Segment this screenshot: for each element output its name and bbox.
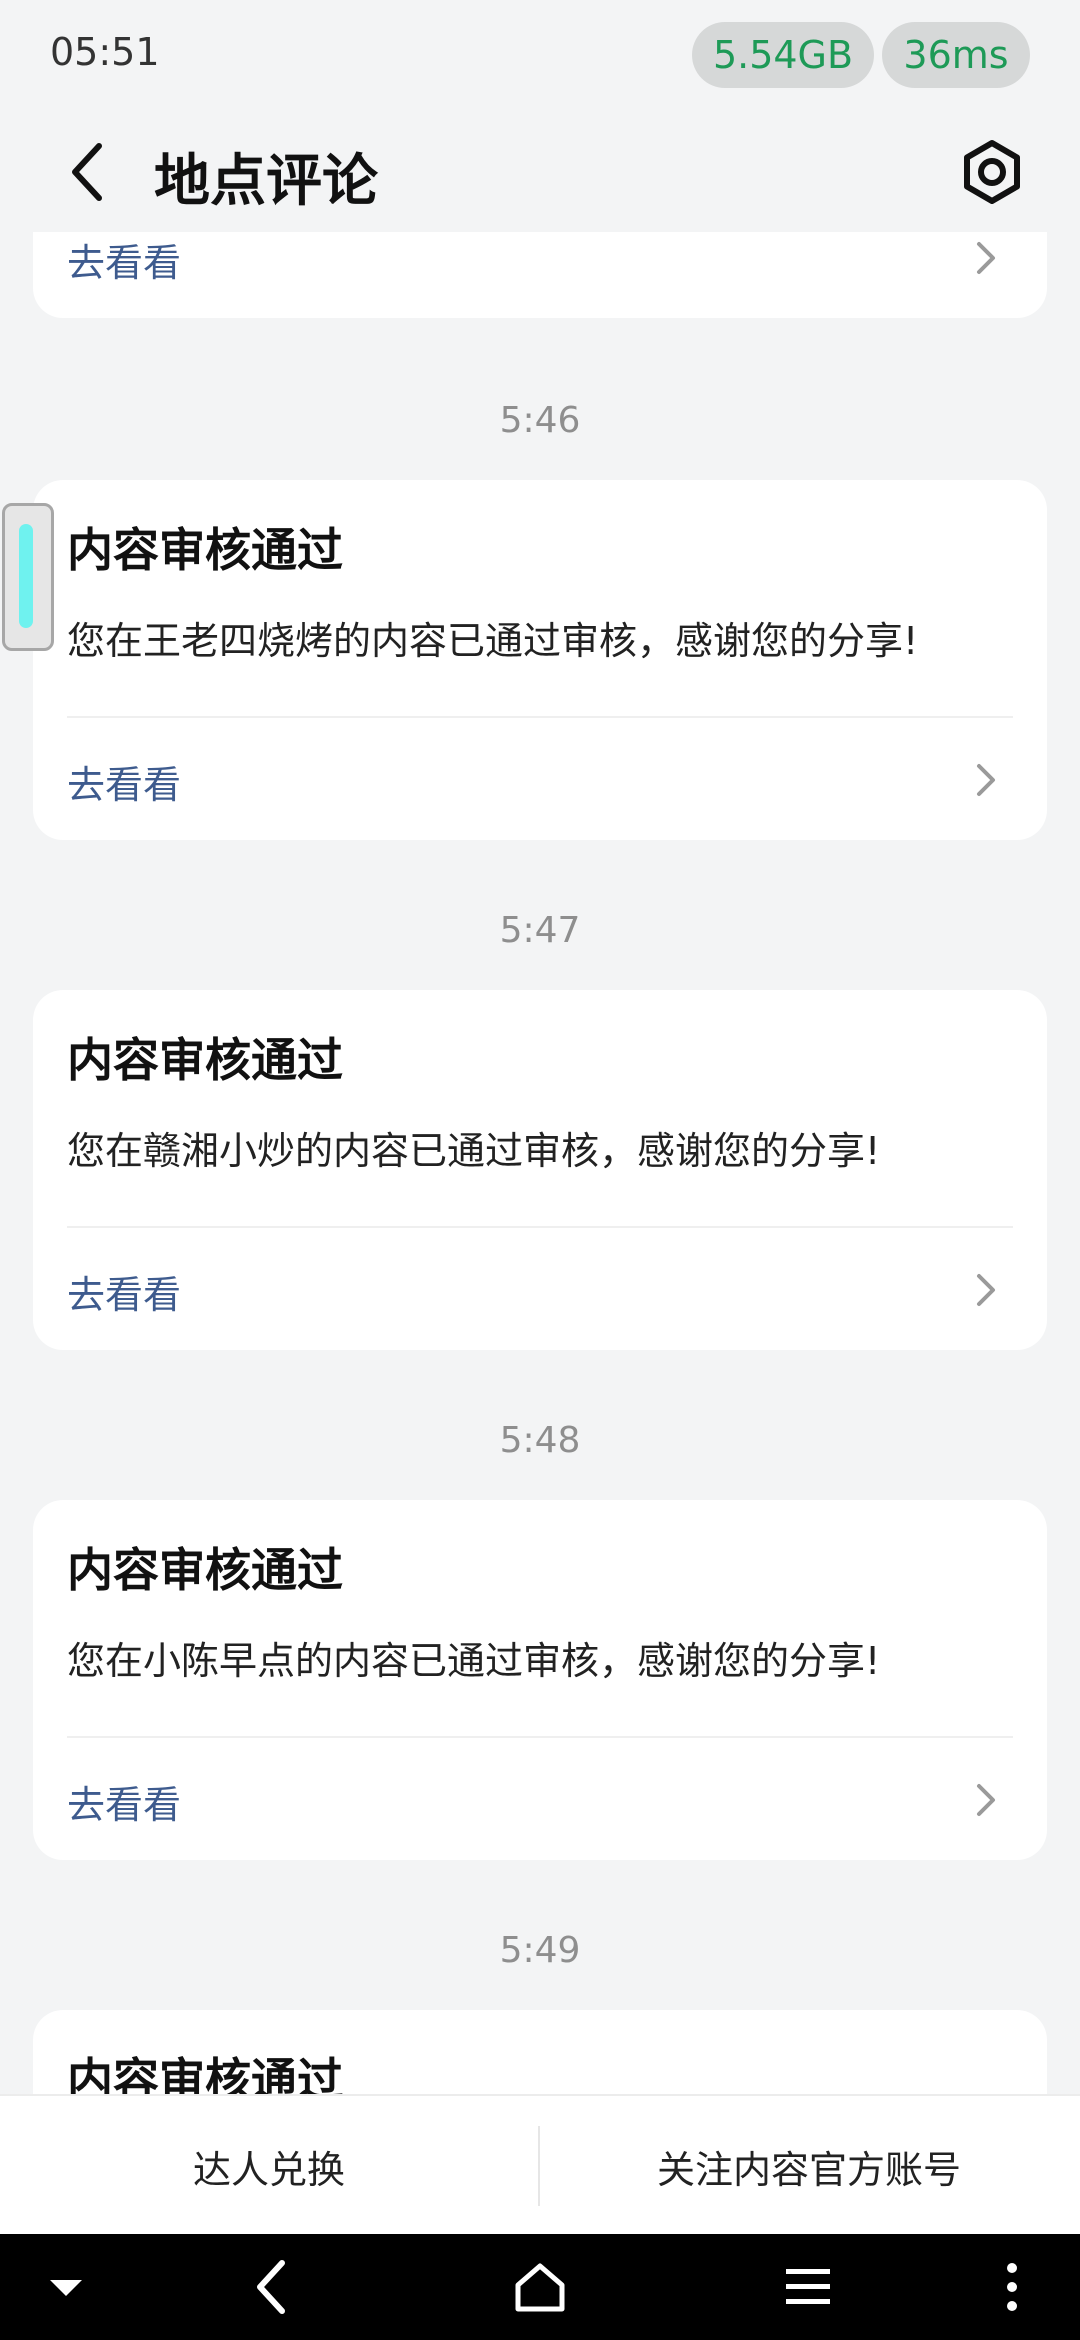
chevron-right-icon <box>977 1784 995 1816</box>
nav-back-button[interactable] <box>232 2252 312 2322</box>
message-feed[interactable]: 去看看 5:46 内容审核通过 您在王老四烧烤的内容已通过审核，感谢您的分享! … <box>0 232 1080 2094</box>
go-see-button[interactable]: 去看看 <box>33 232 1047 318</box>
go-see-label: 去看看 <box>67 1273 182 1317</box>
card-title: 内容审核通过 <box>67 523 343 577</box>
message-time: 5:46 <box>499 400 581 441</box>
card-title: 内容审核通过 <box>67 2053 343 2094</box>
screen: 05:51 5.54GB 36ms 地点评论 去看看 5:46 内容审核通过 您… <box>0 0 1080 2340</box>
go-see-button[interactable]: 去看看 <box>33 718 1047 840</box>
status-time: 05:51 <box>50 30 160 74</box>
card-body: 您在王老四烧烤的内容已通过审核，感谢您的分享! <box>67 619 919 663</box>
settings-icon <box>964 140 1020 204</box>
more-vertical-icon <box>1007 2263 1017 2311</box>
card-title: 内容审核通过 <box>67 1543 343 1597</box>
chevron-left-icon <box>72 143 102 201</box>
expert-redeem-button[interactable]: 达人兑换 <box>0 2096 538 2236</box>
page-title: 地点评论 <box>154 149 378 214</box>
message-time: 5:48 <box>499 1420 581 1461</box>
status-bar: 05:51 5.54GB 36ms <box>0 0 1080 112</box>
app-header: 地点评论 <box>0 112 1080 232</box>
menu-icon <box>786 2269 830 2304</box>
floating-handle[interactable] <box>2 503 54 651</box>
message-time: 5:47 <box>499 910 581 951</box>
message-card: 内容审核通过 <box>33 2010 1047 2094</box>
chevron-right-icon <box>977 242 995 274</box>
nav-more-button[interactable] <box>972 2252 1052 2322</box>
go-see-label: 去看看 <box>67 763 182 807</box>
floating-handle-bar <box>19 524 33 628</box>
go-see-label: 去看看 <box>67 1783 182 1827</box>
settings-button[interactable] <box>956 136 1028 208</box>
go-see-button[interactable]: 去看看 <box>33 1228 1047 1350</box>
chevron-right-icon <box>977 764 995 796</box>
message-card: 内容审核通过 您在小陈早点的内容已通过审核，感谢您的分享! 去看看 <box>33 1500 1047 1860</box>
nav-home-button[interactable] <box>500 2252 580 2322</box>
nav-collapse-button[interactable] <box>26 2252 106 2322</box>
nav-menu-button[interactable] <box>768 2252 848 2322</box>
back-button[interactable] <box>52 134 122 210</box>
card-title: 内容审核通过 <box>67 1033 343 1087</box>
back-icon <box>257 2260 285 2314</box>
message-time: 5:49 <box>499 1930 581 1971</box>
message-card: 内容审核通过 您在赣湘小炒的内容已通过审核，感谢您的分享! 去看看 <box>33 990 1047 1350</box>
triangle-down-icon <box>50 2280 82 2296</box>
go-see-button[interactable]: 去看看 <box>33 1738 1047 1860</box>
go-see-label: 去看看 <box>67 241 182 285</box>
chevron-right-icon <box>977 1274 995 1306</box>
bottom-action-bar: 达人兑换 关注内容官方账号 <box>0 2094 1080 2234</box>
card-body: 您在赣湘小炒的内容已通过审核，感谢您的分享! <box>67 1129 881 1173</box>
card-body: 您在小陈早点的内容已通过审核，感谢您的分享! <box>67 1639 881 1683</box>
follow-official-account-button[interactable]: 关注内容官方账号 <box>540 2096 1078 2236</box>
memory-badge: 5.54GB <box>692 22 874 88</box>
system-nav-bar <box>0 2234 1080 2340</box>
message-card: 内容审核通过 您在王老四烧烤的内容已通过审核，感谢您的分享! 去看看 <box>33 480 1047 840</box>
message-card: 去看看 <box>33 232 1047 318</box>
latency-badge: 36ms <box>882 22 1030 88</box>
home-icon <box>515 2263 565 2312</box>
